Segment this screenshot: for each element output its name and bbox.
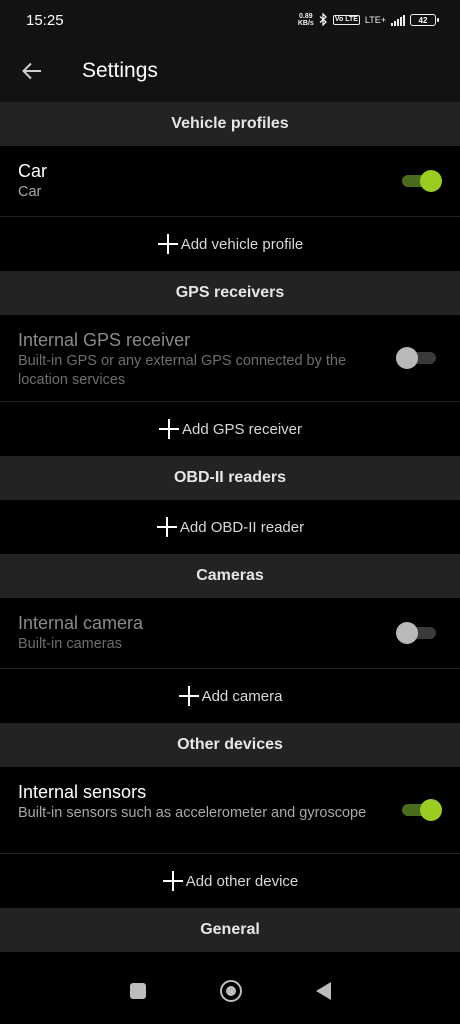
- add-gps-receiver-button[interactable]: Add GPS receiver: [0, 402, 460, 456]
- device-description: Built-in GPS or any external GPS connect…: [18, 353, 347, 388]
- add-gps-receiver-label: Add GPS receiver: [181, 420, 303, 438]
- section-header-obd-readers: OBD-II readers: [0, 456, 460, 500]
- battery-icon: 42: [410, 14, 439, 26]
- home-button[interactable]: [219, 980, 242, 1002]
- add-obd-reader-label: Add OBD-II reader: [179, 518, 305, 536]
- plus-icon: [158, 418, 180, 440]
- plus-icon: [162, 870, 184, 892]
- add-other-device-button[interactable]: Add other device: [0, 854, 460, 908]
- section-header-other-devices: Other devices: [0, 723, 460, 767]
- device-row-car[interactable]: Car Car: [0, 146, 460, 217]
- back-button[interactable]: [0, 40, 64, 102]
- system-navigation-bar: [0, 958, 460, 1024]
- plus-icon: [178, 685, 200, 707]
- toggle-switch-car[interactable]: [400, 169, 442, 193]
- app-bar: Settings: [0, 40, 460, 102]
- plus-icon: [157, 233, 179, 255]
- device-name: Internal camera: [18, 613, 144, 633]
- plus-icon: [156, 516, 178, 538]
- status-icons: 0.89 KB/s Vo LTE LTE+ 42: [298, 11, 439, 28]
- settings-list: Vehicle profiles Car Car Add vehicle pro…: [0, 102, 460, 952]
- section-header-vehicle-profiles: Vehicle profiles: [0, 102, 460, 146]
- device-row-internal-sensors[interactable]: Internal sensors Built-in sensors such a…: [0, 767, 460, 854]
- lte-icon: LTE+: [364, 15, 386, 25]
- signal-icon: [391, 14, 405, 26]
- settings-screen: 15:25 0.89 KB/s Vo LTE LTE+ 42 Settings …: [0, 0, 460, 1024]
- device-name: Internal sensors: [18, 782, 147, 802]
- device-description: Built-in cameras: [18, 636, 122, 652]
- network-speed: 0.89 KB/s: [298, 13, 314, 27]
- arrow-left-icon: [22, 62, 41, 80]
- add-other-device-label: Add other device: [185, 872, 299, 890]
- battery-level: 42: [418, 15, 428, 25]
- toggle-switch-internal-camera[interactable]: [396, 621, 438, 645]
- toggle-switch-internal-gps[interactable]: [396, 346, 438, 370]
- device-description: Built-in sensors such as accelerometer a…: [18, 805, 367, 821]
- bluetooth-icon: [319, 11, 328, 28]
- section-header-gps-receivers: GPS receivers: [0, 271, 460, 315]
- page-title: Settings: [82, 59, 158, 82]
- add-vehicle-profile-label: Add vehicle profile: [180, 235, 304, 253]
- add-vehicle-profile-button[interactable]: Add vehicle profile: [0, 217, 460, 271]
- add-obd-reader-button[interactable]: Add OBD-II reader: [0, 500, 460, 554]
- system-back-button[interactable]: [315, 982, 331, 1000]
- device-name: Internal GPS receiver: [18, 330, 191, 350]
- device-row-internal-gps[interactable]: Internal GPS receiver Built-in GPS or an…: [0, 315, 460, 402]
- device-description: Car: [18, 184, 42, 200]
- section-header-cameras: Cameras: [0, 554, 460, 598]
- recent-apps-button[interactable]: [129, 983, 146, 999]
- network-speed-value: 0.89: [299, 13, 313, 20]
- status-time: 15:25: [26, 11, 64, 29]
- add-camera-button[interactable]: Add camera: [0, 669, 460, 723]
- add-camera-label: Add camera: [201, 687, 283, 705]
- volte-icon: Vo LTE: [332, 15, 360, 25]
- status-bar: 15:25 0.89 KB/s Vo LTE LTE+ 42: [0, 0, 460, 40]
- toggle-switch-internal-sensors[interactable]: [400, 798, 442, 822]
- section-header-general: General: [0, 908, 460, 952]
- device-name: Car: [18, 161, 48, 181]
- device-row-internal-camera[interactable]: Internal camera Built-in cameras: [0, 598, 460, 669]
- network-speed-unit: KB/s: [297, 20, 314, 27]
